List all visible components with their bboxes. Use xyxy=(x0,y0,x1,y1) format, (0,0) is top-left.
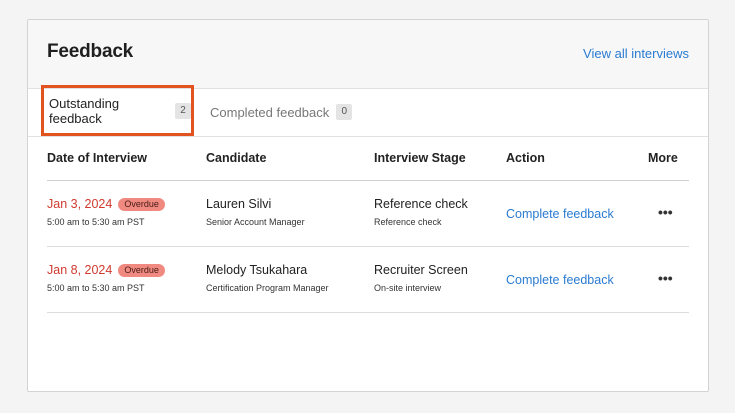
interview-date: Jan 3, 2024 xyxy=(47,197,113,211)
more-horizontal-icon[interactable]: ••• xyxy=(658,271,673,285)
header-candidate: Candidate xyxy=(206,151,267,165)
complete-feedback-link[interactable]: Complete feedback xyxy=(506,207,614,221)
interview-time: 5:00 am to 5:30 am PST xyxy=(47,283,145,293)
complete-feedback-link[interactable]: Complete feedback xyxy=(506,273,614,287)
table-row: Jan 8, 2024 Overdue 5:00 am to 5:30 am P… xyxy=(47,247,689,313)
header-more: More xyxy=(648,151,678,165)
tab-count-badge: 0 xyxy=(336,104,353,120)
view-all-interviews-link[interactable]: View all interviews xyxy=(583,46,689,61)
tab-label: Completed feedback xyxy=(210,104,330,120)
table-header: Date of Interview Candidate Interview St… xyxy=(47,136,689,181)
stage-cell: Reference check Reference check xyxy=(374,197,468,227)
header-interview-stage: Interview Stage xyxy=(374,151,466,165)
status-badge: Overdue xyxy=(118,263,165,277)
feedback-tabs: Outstanding feedback 2 Completed feedbac… xyxy=(28,85,708,137)
candidate-cell: Lauren Silvi Senior Account Manager xyxy=(206,197,305,227)
candidate-role: Certification Program Manager xyxy=(206,283,329,293)
interview-stage: Reference check xyxy=(374,197,468,211)
feedback-card: Feedback View all interviews Outstanding… xyxy=(27,19,709,392)
status-badge: Overdue xyxy=(118,197,165,211)
interview-time: 5:00 am to 5:30 am PST xyxy=(47,217,145,227)
tab-label: Outstanding feedback xyxy=(49,95,120,126)
card-title: Feedback xyxy=(47,41,134,62)
tab-outstanding-feedback[interactable]: Outstanding feedback 2 xyxy=(41,85,194,136)
interview-stage-detail: Reference check xyxy=(374,217,442,227)
tab-count-badge: 2 xyxy=(175,102,191,119)
interview-date: Jan 8, 2024 xyxy=(47,263,113,277)
card-header: Feedback View all interviews xyxy=(28,20,708,89)
date-cell: Jan 3, 2024 Overdue 5:00 am to 5:30 am P… xyxy=(47,197,165,227)
interviews-table: Date of Interview Candidate Interview St… xyxy=(47,136,689,313)
header-date-of-interview: Date of Interview xyxy=(47,151,148,165)
candidate-name: Melody Tsukahara xyxy=(206,263,308,277)
candidate-name: Lauren Silvi xyxy=(206,197,272,211)
candidate-cell: Melody Tsukahara Certification Program M… xyxy=(206,263,329,293)
tab-completed-feedback[interactable]: Completed feedback 0 xyxy=(210,98,353,126)
candidate-role: Senior Account Manager xyxy=(206,217,305,227)
interview-stage: Recruiter Screen xyxy=(374,263,468,277)
stage-cell: Recruiter Screen On-site interview xyxy=(374,263,468,293)
date-cell: Jan 8, 2024 Overdue 5:00 am to 5:30 am P… xyxy=(47,263,165,293)
interview-stage-detail: On-site interview xyxy=(374,283,442,293)
more-horizontal-icon[interactable]: ••• xyxy=(658,205,673,219)
table-row: Jan 3, 2024 Overdue 5:00 am to 5:30 am P… xyxy=(47,181,689,247)
header-action: Action xyxy=(506,151,545,165)
